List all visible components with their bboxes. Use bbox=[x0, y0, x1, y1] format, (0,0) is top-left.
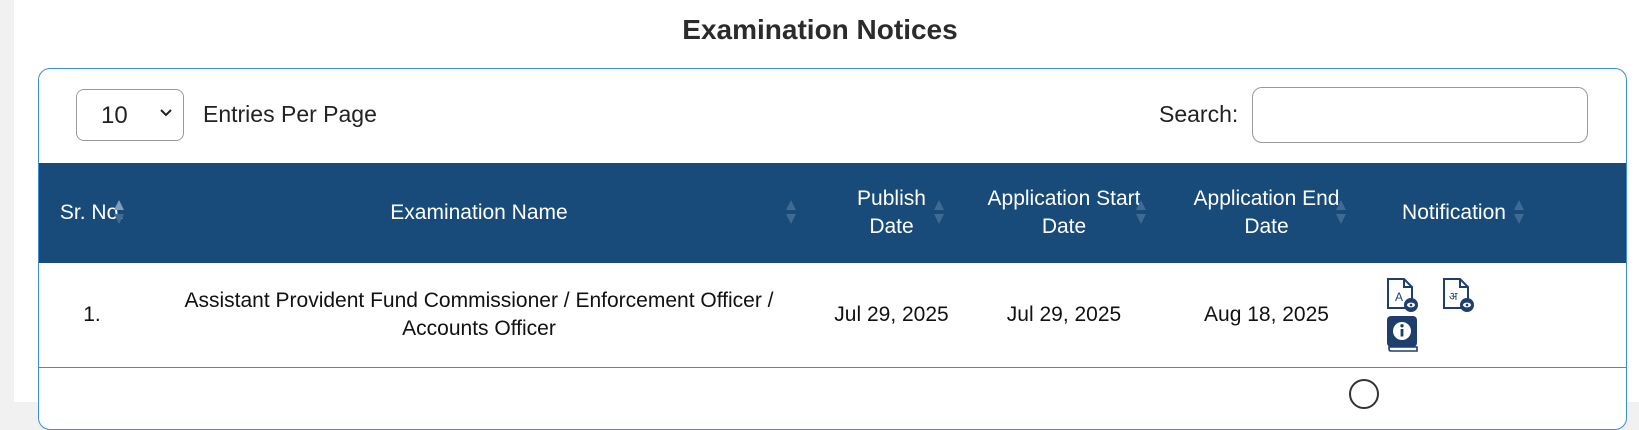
col-header-label: Application Start Date bbox=[987, 187, 1141, 238]
col-header-label: Examination Name bbox=[390, 201, 568, 224]
notices-table-card: 10 Entries Per Page Search: Sr. No. Exam… bbox=[38, 68, 1627, 430]
info-book-icon[interactable] bbox=[1386, 315, 1420, 353]
sort-icon[interactable] bbox=[1335, 199, 1347, 225]
search-label: Search: bbox=[1159, 101, 1239, 127]
cell-sr-no: 1. bbox=[83, 303, 101, 326]
sort-icon[interactable] bbox=[1135, 199, 1147, 225]
sort-icon[interactable] bbox=[933, 199, 945, 225]
col-header-label: Notification bbox=[1402, 201, 1506, 224]
table-header: Sr. No. Examination Name Publish Date Ap… bbox=[39, 163, 1626, 263]
cell-examination-name: Assistant Provident Fund Commissioner / … bbox=[159, 263, 799, 367]
english-notice-icon[interactable]: A bbox=[1385, 277, 1419, 313]
col-header-examination-name[interactable]: Examination Name bbox=[159, 163, 799, 263]
search-input[interactable] bbox=[1252, 87, 1588, 143]
cell-publish-date: Jul 29, 2025 bbox=[834, 303, 949, 326]
col-header-label: Application End Date bbox=[1193, 187, 1340, 238]
table-controls: 10 Entries Per Page Search: bbox=[39, 69, 1626, 163]
entries-per-page-value: 10 bbox=[101, 102, 128, 129]
col-header-application-end-date[interactable]: Application End Date bbox=[1174, 163, 1359, 263]
examination-name-text: Assistant Provident Fund Commissioner / … bbox=[184, 289, 774, 340]
sort-icon[interactable] bbox=[785, 199, 797, 225]
cell-application-start-date: Jul 29, 2025 bbox=[1006, 303, 1122, 326]
entries-per-page-select[interactable]: 10 bbox=[76, 89, 184, 141]
english-letter: A bbox=[1395, 290, 1403, 304]
col-header-application-start-date[interactable]: Application Start Date bbox=[964, 163, 1164, 263]
cell-notification: A अ bbox=[1379, 263, 1529, 367]
cell-application-end-date: Aug 18, 2025 bbox=[1204, 303, 1329, 326]
page-title: Examination Notices bbox=[682, 14, 958, 45]
col-header-label: Publish Date bbox=[857, 187, 926, 238]
chevron-down-icon bbox=[160, 109, 172, 117]
table-row: 1. Assistant Provident Fund Commissioner… bbox=[39, 263, 1626, 368]
entries-per-page-label: Entries Per Page bbox=[203, 101, 377, 127]
hindi-notice-icon[interactable]: अ bbox=[1441, 277, 1475, 313]
sort-icon[interactable] bbox=[1513, 199, 1525, 225]
col-header-sr-no[interactable]: Sr. No. bbox=[39, 163, 145, 263]
row-indicator-icon bbox=[1349, 379, 1379, 409]
col-header-notification[interactable]: Notification bbox=[1379, 163, 1529, 263]
sort-icon[interactable] bbox=[113, 199, 125, 225]
hindi-letter: अ bbox=[1449, 290, 1458, 303]
